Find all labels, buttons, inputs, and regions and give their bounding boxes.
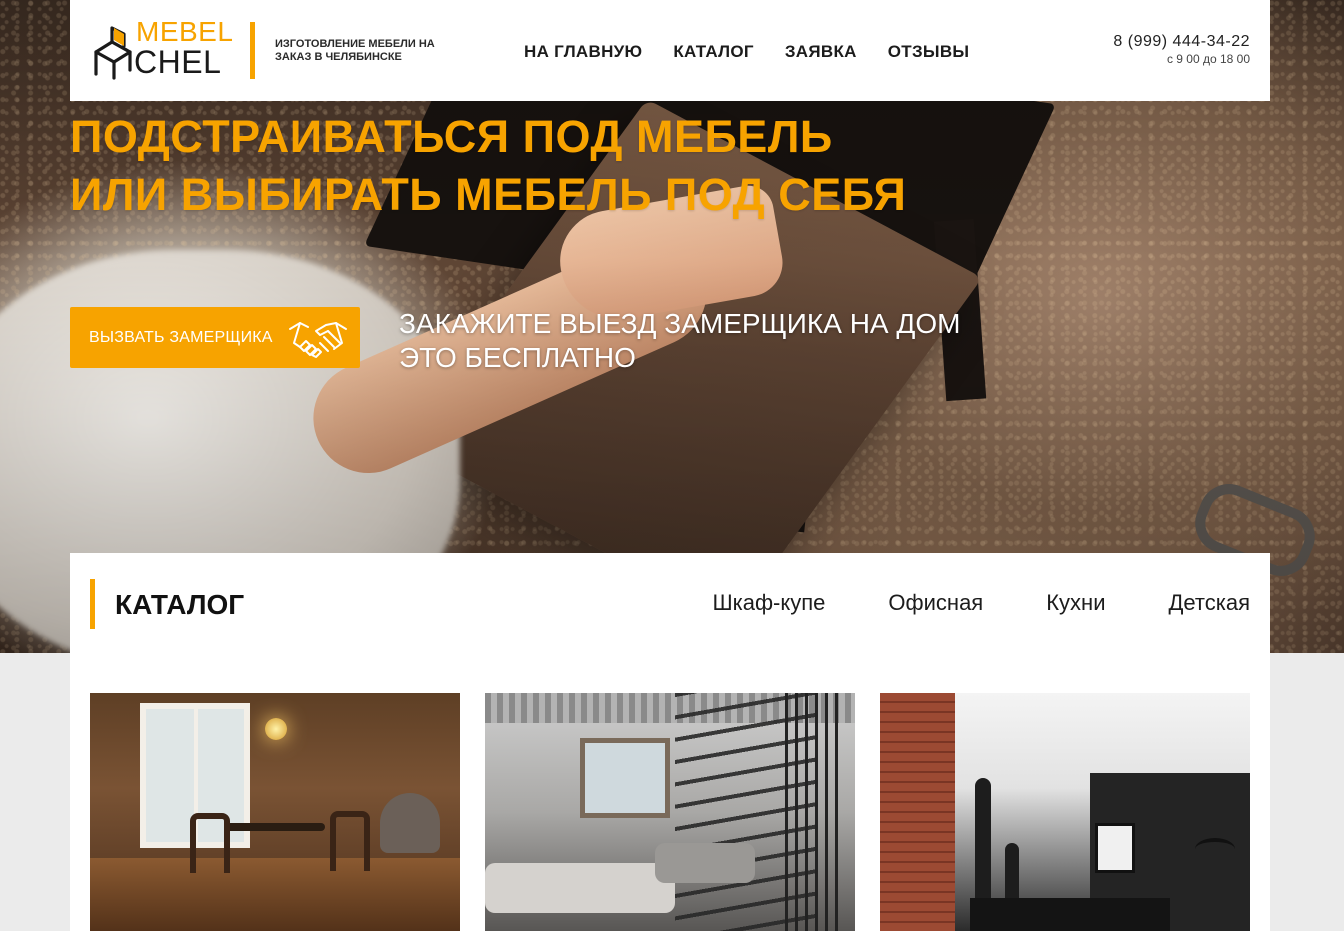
- logo[interactable]: MEBEL CHEL: [90, 18, 236, 80]
- working-hours: с 9 00 до 18 00: [1166, 52, 1250, 66]
- tab-office[interactable]: Офисная: [888, 590, 983, 616]
- tab-kitchens[interactable]: Кухни: [1046, 590, 1105, 616]
- armchair-image: [380, 793, 440, 853]
- sofa-image: [655, 843, 755, 883]
- wall-picture-image: [1095, 823, 1135, 873]
- tab-wardrobe[interactable]: Шкаф-купе: [712, 590, 825, 616]
- nav-catalog[interactable]: КАТАЛОГ: [673, 42, 754, 62]
- table-image: [225, 823, 325, 831]
- catalog-tabs: Шкаф-купе Офисная Кухни Детская: [712, 590, 1250, 616]
- company-tagline: ИЗГОТОВЛЕНИЕ МЕБЕЛИ НА ЗАКАЗ В ЧЕЛЯБИНСК…: [275, 38, 435, 63]
- main-nav: НА ГЛАВНУЮ КАТАЛОГ ЗАЯВКА ОТЗЫВЫ: [524, 42, 969, 62]
- catalog-title: КАТАЛОГ: [115, 589, 245, 620]
- railing-image: [785, 693, 845, 931]
- nav-reviews[interactable]: ОТЗЫВЫ: [888, 42, 970, 62]
- sofa-image: [485, 863, 675, 913]
- hero-headline-line2: ИЛИ ВЫБИРАТЬ МЕБЕЛЬ ПОД СЕБЯ: [70, 169, 907, 220]
- nav-request[interactable]: ЗАЯВКА: [785, 42, 857, 62]
- hero-headline: ПОДСТРАИВАТЬСЯ ПОД МЕБЕЛЬ ИЛИ ВЫБИРАТЬ М…: [70, 108, 1070, 224]
- cabinet-image: [970, 898, 1170, 931]
- call-measurer-label: ВЫЗВАТЬ ЗАМЕРЩИКА: [89, 328, 273, 346]
- logo-word-mebel: MEBEL: [136, 16, 234, 47]
- chair-image: [330, 811, 370, 871]
- chair-icon: [94, 26, 132, 80]
- free-measure-line1: ЗАКАЖИТЕ ВЫЕЗД ЗАМЕРЩИКА НА ДОМ: [399, 308, 961, 339]
- phone-number[interactable]: 8 (999) 444-34-22: [1113, 33, 1250, 51]
- tab-kids[interactable]: Детская: [1169, 590, 1251, 616]
- catalog-card-image[interactable]: [90, 693, 460, 931]
- call-measurer-button[interactable]: ВЫЗВАТЬ ЗАМЕРЩИКА: [70, 307, 360, 368]
- pendant-lamp-image: [265, 718, 287, 740]
- header-divider: [250, 22, 255, 79]
- nav-home[interactable]: НА ГЛАВНУЮ: [524, 42, 642, 62]
- hero-headline-line1: ПОДСТРАИВАТЬСЯ ПОД МЕБЕЛЬ: [70, 111, 833, 162]
- free-measure-note: ЗАКАЖИТЕ ВЫЕЗД ЗАМЕРЩИКА НА ДОМ ЭТО БЕСП…: [399, 307, 1039, 375]
- catalog-accent-bar: [90, 579, 95, 629]
- free-measure-line2: ЭТО БЕСПЛАТНО: [399, 342, 636, 373]
- chair-image: [190, 813, 230, 873]
- site-header: MEBEL CHEL ИЗГОТОВЛЕНИЕ МЕБЕЛИ НА ЗАКАЗ …: [70, 0, 1270, 101]
- logo-word-chel: CHEL: [134, 44, 222, 80]
- catalog-card-image[interactable]: [880, 693, 1250, 931]
- floor-image: [90, 858, 460, 931]
- handshake-icon: [289, 322, 347, 358]
- contacts: 8 (999) 444-34-22 с 9 00 до 18 00: [1113, 33, 1250, 66]
- window-image: [580, 738, 670, 818]
- catalog-section: КАТАЛОГ Шкаф-купе Офисная Кухни Детская: [70, 553, 1270, 931]
- catalog-card-image[interactable]: [485, 693, 855, 931]
- brick-wall-image: [880, 693, 955, 931]
- floor-lamp-image: [1195, 838, 1235, 860]
